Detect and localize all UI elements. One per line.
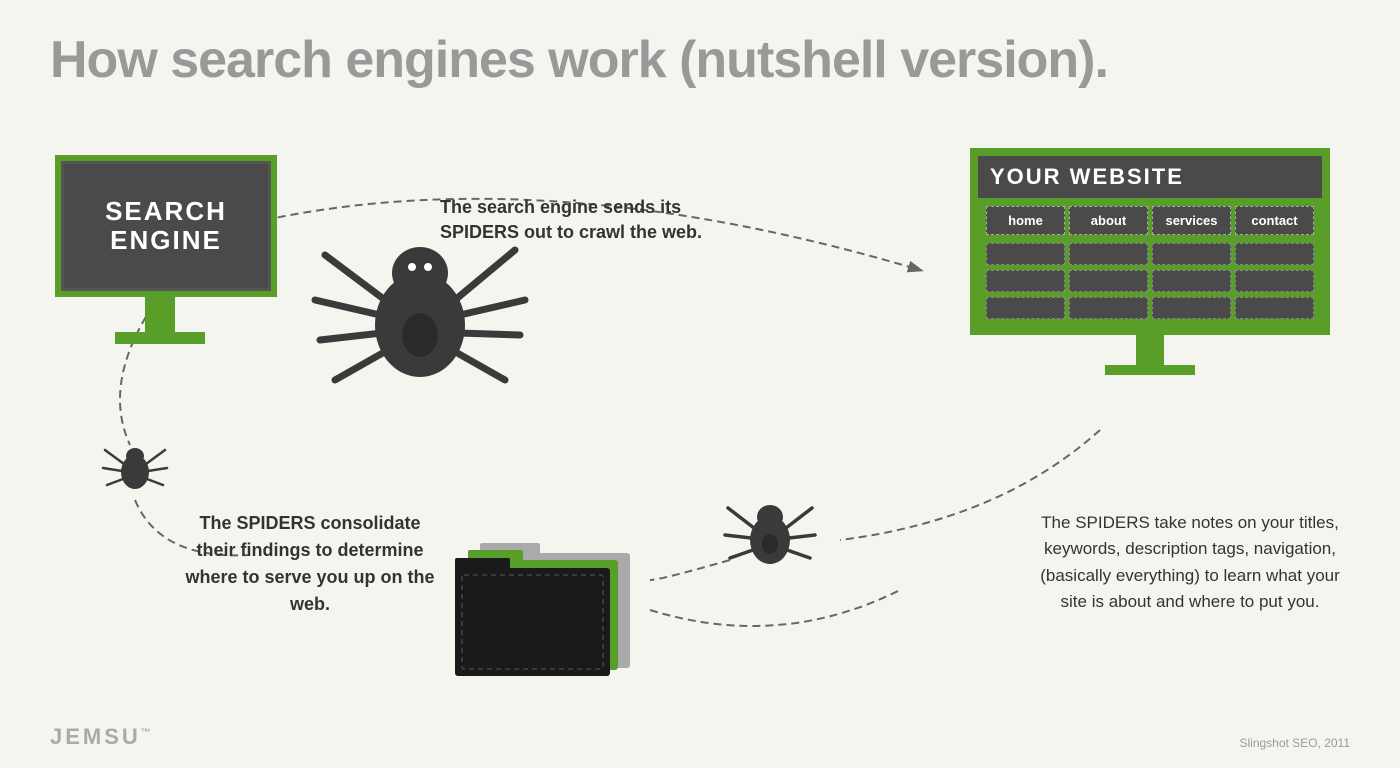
search-engine-label: SEARCHENGINE <box>105 197 227 254</box>
page-title: How search engines work (nutshell versio… <box>50 30 1108 90</box>
nav-services: services <box>1152 206 1231 235</box>
content-cell <box>1069 297 1148 319</box>
callout-bottom-left: The SPIDERS consolidate their findings t… <box>180 510 440 618</box>
jemsu-logo: JEMSU™ <box>50 724 154 750</box>
content-cell <box>1235 243 1314 265</box>
content-cell <box>1069 243 1148 265</box>
nav-about: about <box>1069 206 1148 235</box>
website-title: YOUR WEBSITE <box>978 156 1322 198</box>
nav-home: home <box>986 206 1065 235</box>
spider-small-bottom <box>720 480 820 580</box>
content-cell <box>1235 270 1314 292</box>
content-cell <box>1152 297 1231 319</box>
content-cell <box>1235 297 1314 319</box>
nav-contact: contact <box>1235 206 1314 235</box>
website-monitor: YOUR WEBSITE home about services contact <box>970 148 1330 375</box>
content-cell <box>986 243 1065 265</box>
content-cell <box>1152 270 1231 292</box>
content-cell <box>1069 270 1148 292</box>
attribution: Slingshot SEO, 2011 <box>1239 736 1350 750</box>
content-cell <box>1152 243 1231 265</box>
website-content <box>978 239 1322 327</box>
callout-top: The search engine sends its SPIDERS out … <box>440 195 720 245</box>
callout-bottom-right: The SPIDERS take notes on your titles, k… <box>1040 510 1340 615</box>
folder-stack <box>450 528 650 688</box>
content-cell <box>986 270 1065 292</box>
search-engine-monitor: SEARCHENGINE <box>55 155 265 344</box>
content-cell <box>986 297 1065 319</box>
website-nav: home about services contact <box>978 198 1322 239</box>
spider-small-left <box>100 430 170 500</box>
